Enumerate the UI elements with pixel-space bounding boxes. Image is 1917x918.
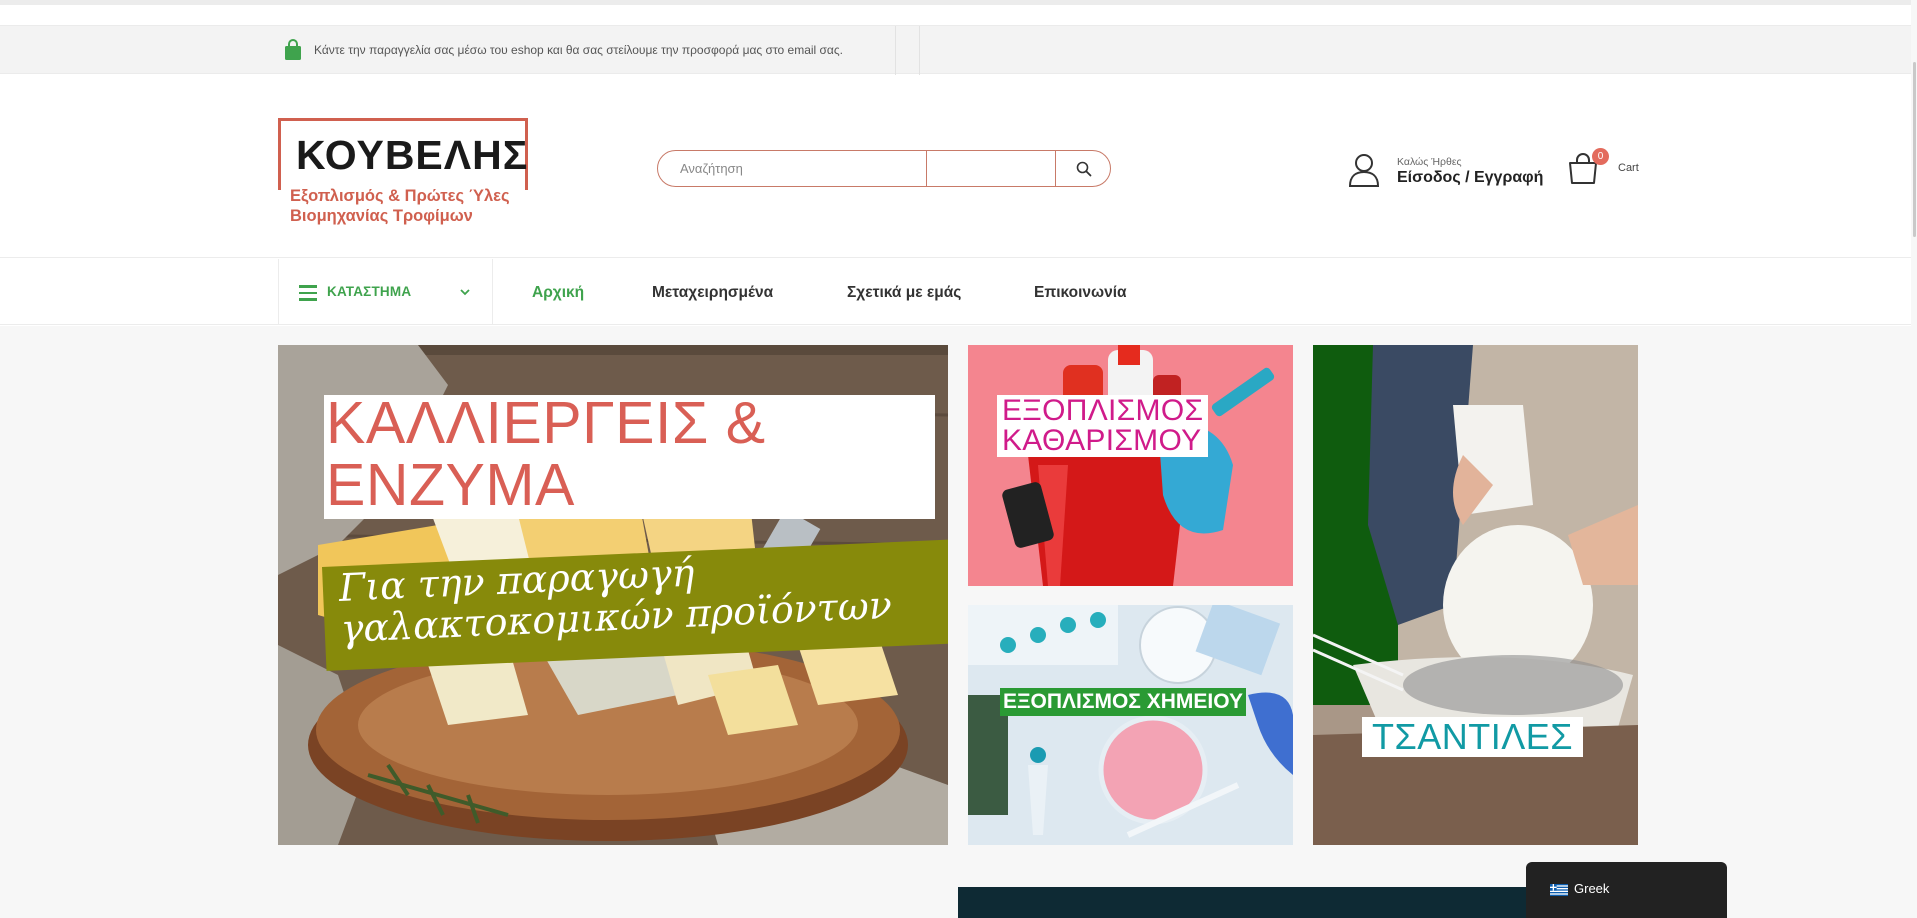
cleaning-bucket-image — [968, 345, 1293, 586]
topbar-divider — [919, 26, 920, 75]
search-input[interactable] — [658, 151, 926, 186]
site-logo[interactable]: ΚΟΥΒΕΛΗΣ Εξοπλισμός & Πρώτες Ύλες Βιομηχ… — [278, 118, 528, 228]
cheese-bag-image — [1313, 345, 1638, 845]
logo-subtitle: Εξοπλισμός & Πρώτες Ύλες Βιομηχανίας Τρο… — [290, 186, 510, 226]
banner-label: ΕΞΟΠΛΙΣΜΟΣ ΚΑΘΑΡΙΣΜΟΥ — [997, 394, 1209, 457]
banner-lab-equipment[interactable]: ΕΞΟΠΛΙΣΜΟΣ ΧΗΜΕΙΟΥ — [968, 605, 1293, 845]
lab-equipment-image — [968, 605, 1293, 845]
logo-frame — [278, 118, 281, 190]
banner-label-line: ΚΑΘΑΡΙΣΜΟΥ — [1002, 424, 1202, 457]
site-header: ΚΟΥΒΕΛΗΣ Εξοπλισμός & Πρώτες Ύλες Βιομηχ… — [0, 75, 1911, 258]
top-divider — [0, 0, 1917, 5]
category-menu-label: ΚΑΤΑΣΤΗΜΑ — [327, 284, 412, 299]
banner-label-line: ΕΞΟΠΛΙΣΜΟΣ ΧΗΜΕΙΟΥ — [1003, 690, 1243, 713]
search-button[interactable] — [1056, 151, 1110, 186]
search-icon — [1076, 161, 1091, 176]
nav-item-about[interactable]: Σχετικά με εμάς — [847, 284, 961, 302]
logo-subtitle-line: Εξοπλισμός & Πρώτες Ύλες — [290, 187, 510, 205]
logo-subtitle-line: Βιομηχανίας Τροφίμων — [290, 207, 473, 225]
banner-cleaning-equipment[interactable]: ΕΞΟΠΛΙΣΜΟΣ ΚΑΘΑΡΙΣΜΟΥ — [968, 345, 1293, 586]
logo-frame — [278, 118, 528, 121]
banner-label-line: ΕΞΟΠΛΙΣΜΟΣ — [1002, 394, 1204, 427]
search-category-select[interactable] — [927, 151, 1055, 186]
login-register-link[interactable]: Είσοδος / Εγγραφή — [1397, 169, 1543, 187]
chevron-down-icon — [460, 289, 470, 296]
banner-label: ΤΣΑΝΤΙΛΕΣ — [1362, 716, 1584, 757]
greek-flag-icon — [1550, 884, 1568, 896]
banner-cultures-enzymes[interactable]: ΚΑΛΛΙΕΡΓΕΙΣ & ΕΝΖΥΜΑ Για την παραγωγή γα… — [278, 345, 948, 845]
nav-item-contact[interactable]: Επικοινωνία — [1034, 284, 1127, 302]
page-scrollbar[interactable] — [1911, 0, 1917, 918]
user-icon — [1348, 154, 1380, 187]
banner-cheese-bags[interactable]: ΤΣΑΝΤΙΛΕΣ — [1313, 345, 1638, 845]
topbar-divider — [895, 26, 896, 75]
language-switcher[interactable]: Greek — [1526, 862, 1727, 918]
hamburger-icon — [299, 285, 317, 301]
shopping-bag-icon — [285, 39, 301, 60]
banner-label: ΕΞΟΠΛΙΣΜΟΣ ΧΗΜΕΙΟΥ — [1000, 688, 1246, 716]
nav-item-used[interactable]: Μεταχειρησμένα — [652, 284, 773, 302]
nav-item-home[interactable]: Αρχική — [532, 284, 584, 302]
cart-count-badge: 0 — [1592, 148, 1609, 165]
language-label: Greek — [1574, 881, 1610, 896]
banner-headline-line: ΕΝΖΥΜΑ — [326, 452, 575, 518]
page: Κάντε την παραγγελία σας μέσω του eshop … — [0, 0, 1917, 918]
account-greeting: Καλώς Ήρθες — [1397, 156, 1462, 168]
main-navigation: ΚΑΤΑΣΤΗΜΑ Αρχική Μεταχειρησμένα Σχετικά … — [0, 259, 1911, 325]
cart-button[interactable]: 0 Cart — [1567, 148, 1647, 190]
account-link[interactable]: Καλώς Ήρθες Είσοδος / Εγγραφή — [1348, 153, 1548, 193]
cart-label: Cart — [1618, 162, 1639, 174]
category-menu-toggle[interactable]: ΚΑΤΑΣΤΗΜΑ — [278, 259, 493, 325]
search-bar — [657, 150, 1111, 187]
dark-promo-block — [958, 887, 1526, 918]
banner-label-line: ΤΣΑΝΤΙΛΕΣ — [1372, 716, 1574, 757]
order-notice-text: Κάντε την παραγγελία σας μέσω του eshop … — [314, 43, 843, 57]
main-content: ΚΑΛΛΙΕΡΓΕΙΣ & ΕΝΖΥΜΑ Για την παραγωγή γα… — [0, 326, 1911, 918]
banner-headline-line: ΚΑΛΛΙΕΡΓΕΙΣ & — [326, 390, 766, 456]
scrollbar-thumb[interactable] — [1913, 62, 1916, 237]
logo-title: ΚΟΥΒΕΛΗΣ — [296, 132, 529, 178]
banner-headline: ΚΑΛΛΙΕΡΓΕΙΣ & ΕΝΖΥΜΑ — [326, 392, 926, 516]
top-notice-bar: Κάντε την παραγγελία σας μέσω του eshop … — [0, 25, 1917, 75]
